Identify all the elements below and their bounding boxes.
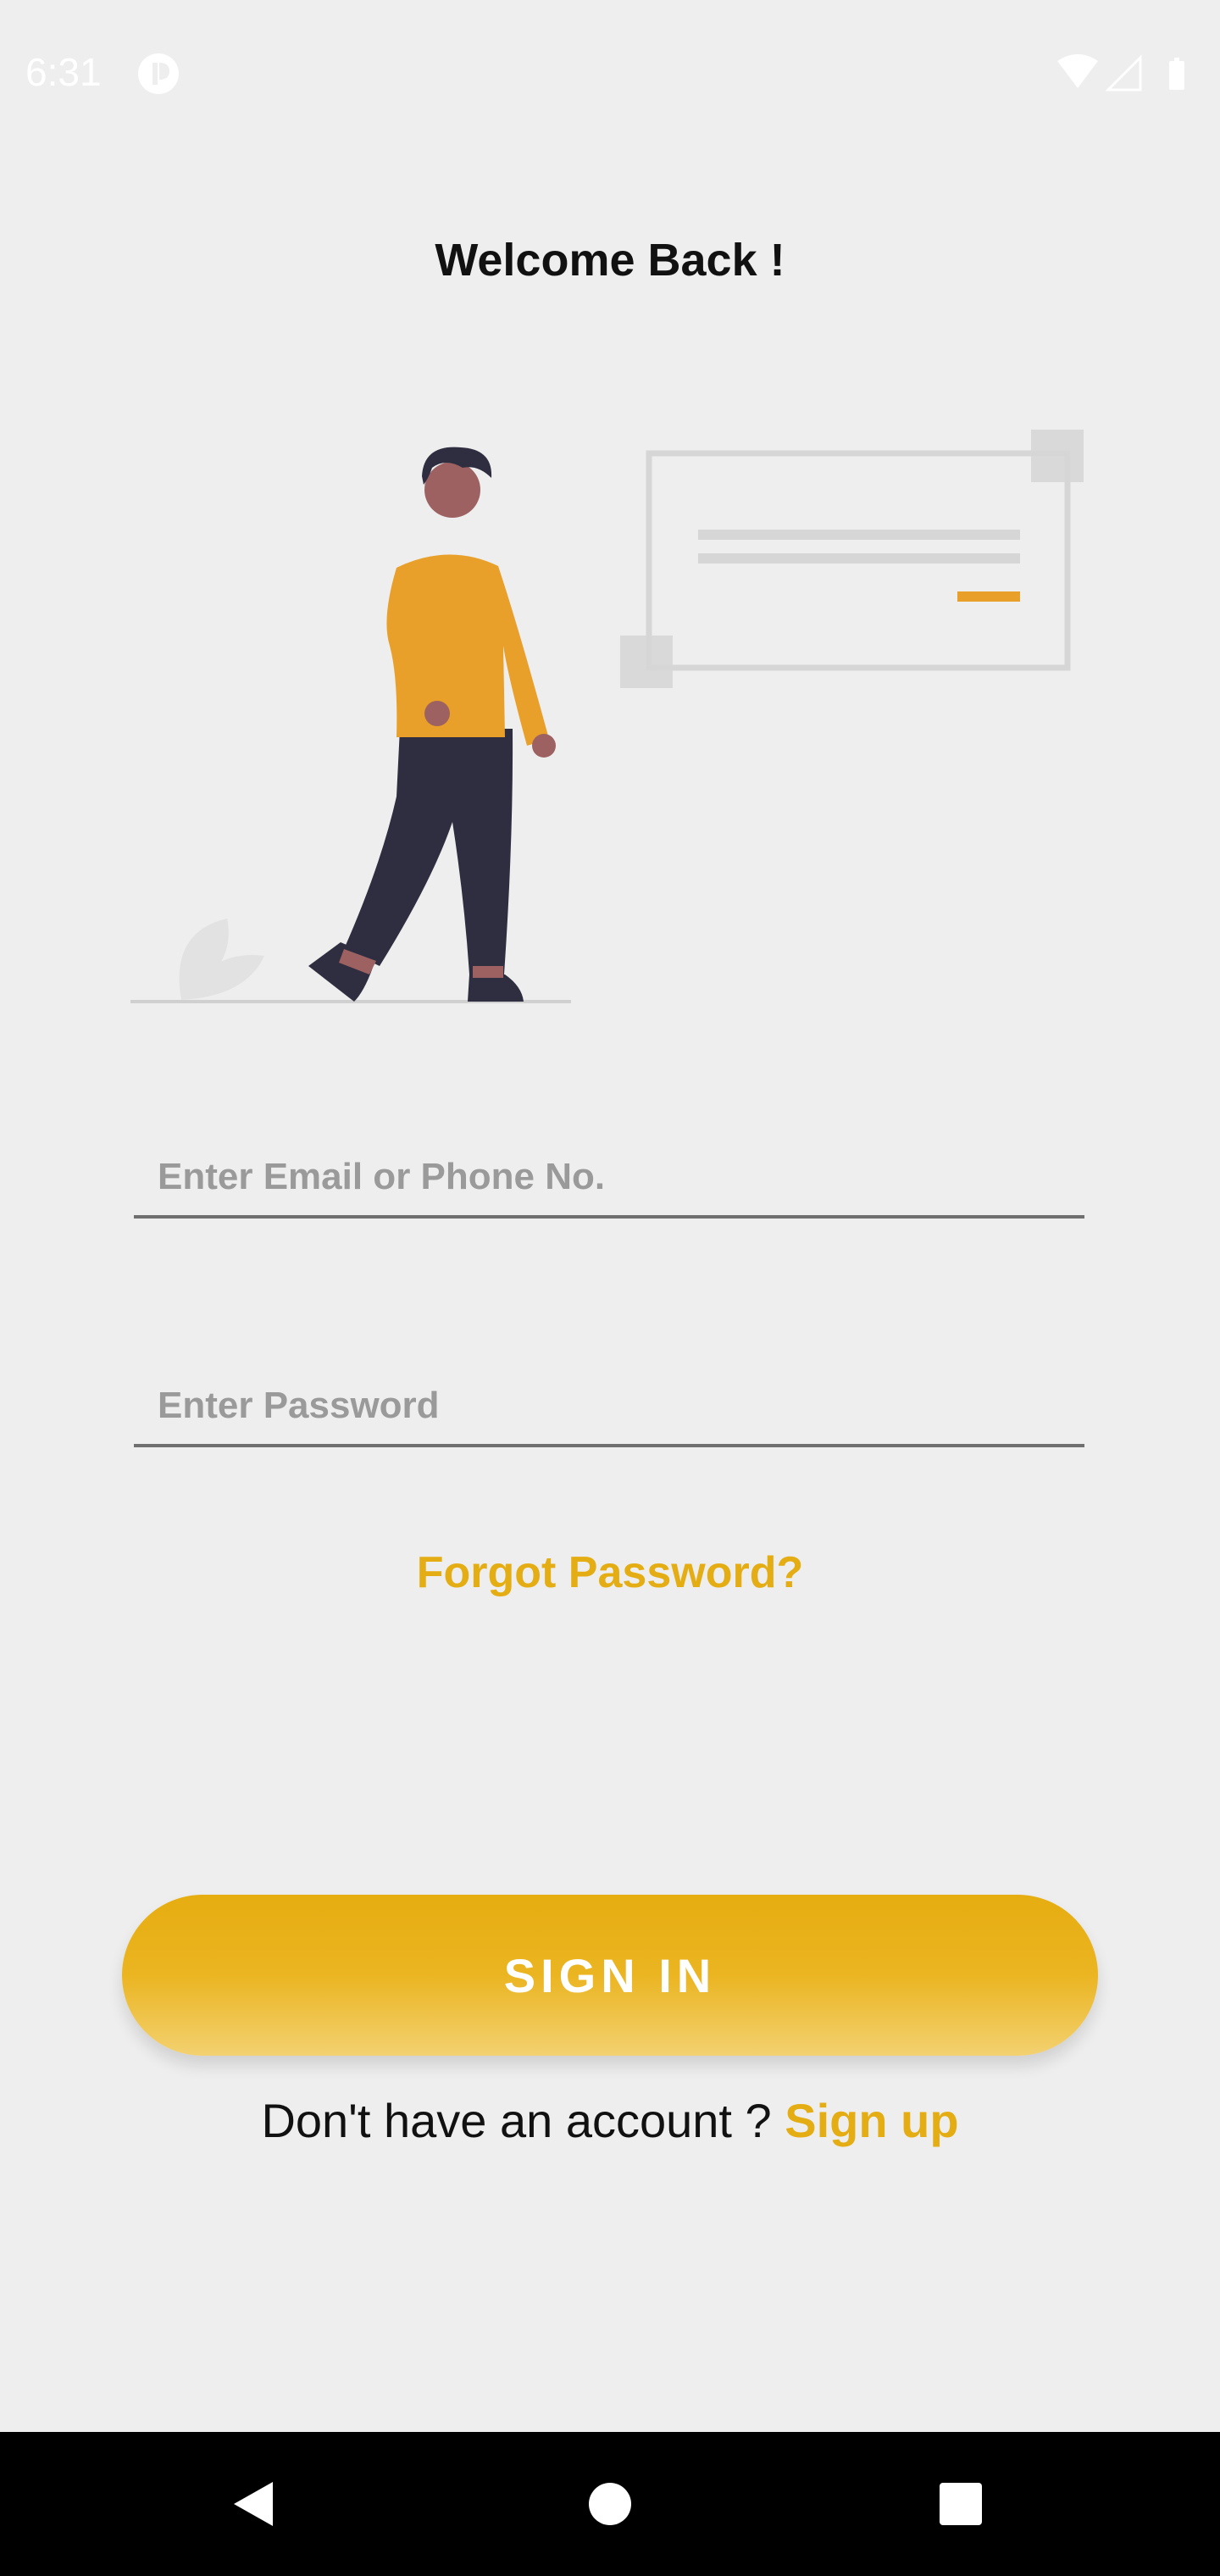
app-root: 6:31 Welcome Back ! Enter Email or Phone… — [0, 0, 1220, 2576]
sign-in-button[interactable]: SIGN IN — [122, 1895, 1098, 2056]
recents-icon[interactable] — [927, 2470, 995, 2538]
sign-in-label: SIGN IN — [503, 1948, 717, 2002]
cellular-signal-icon — [1105, 54, 1142, 92]
navigation-bar — [0, 2432, 1220, 2576]
status-icons — [1056, 53, 1200, 95]
email-input[interactable] — [158, 1139, 1073, 1215]
battery-icon — [1169, 58, 1184, 90]
sign-up-link[interactable]: Sign up — [785, 2094, 958, 2147]
forgot-password-link[interactable]: Forgot Password? — [0, 1547, 1220, 1598]
app-notification-icon — [137, 53, 180, 95]
status-bar: 6:31 — [0, 0, 1220, 146]
password-field[interactable] — [134, 1368, 1084, 1447]
wifi-icon — [1057, 54, 1098, 88]
status-time: 6:31 — [25, 50, 102, 94]
home-icon[interactable] — [576, 2470, 644, 2538]
page-title: Welcome Back ! — [435, 235, 785, 286]
sign-up-row: Don't have an account ? Sign up — [0, 2093, 1220, 2148]
password-input[interactable] — [158, 1368, 1073, 1444]
sign-up-prompt: Don't have an account ? — [261, 2094, 785, 2147]
back-icon[interactable] — [220, 2470, 288, 2538]
email-field[interactable] — [134, 1139, 1084, 1219]
person-with-message-card-illustration — [127, 424, 1093, 1017]
